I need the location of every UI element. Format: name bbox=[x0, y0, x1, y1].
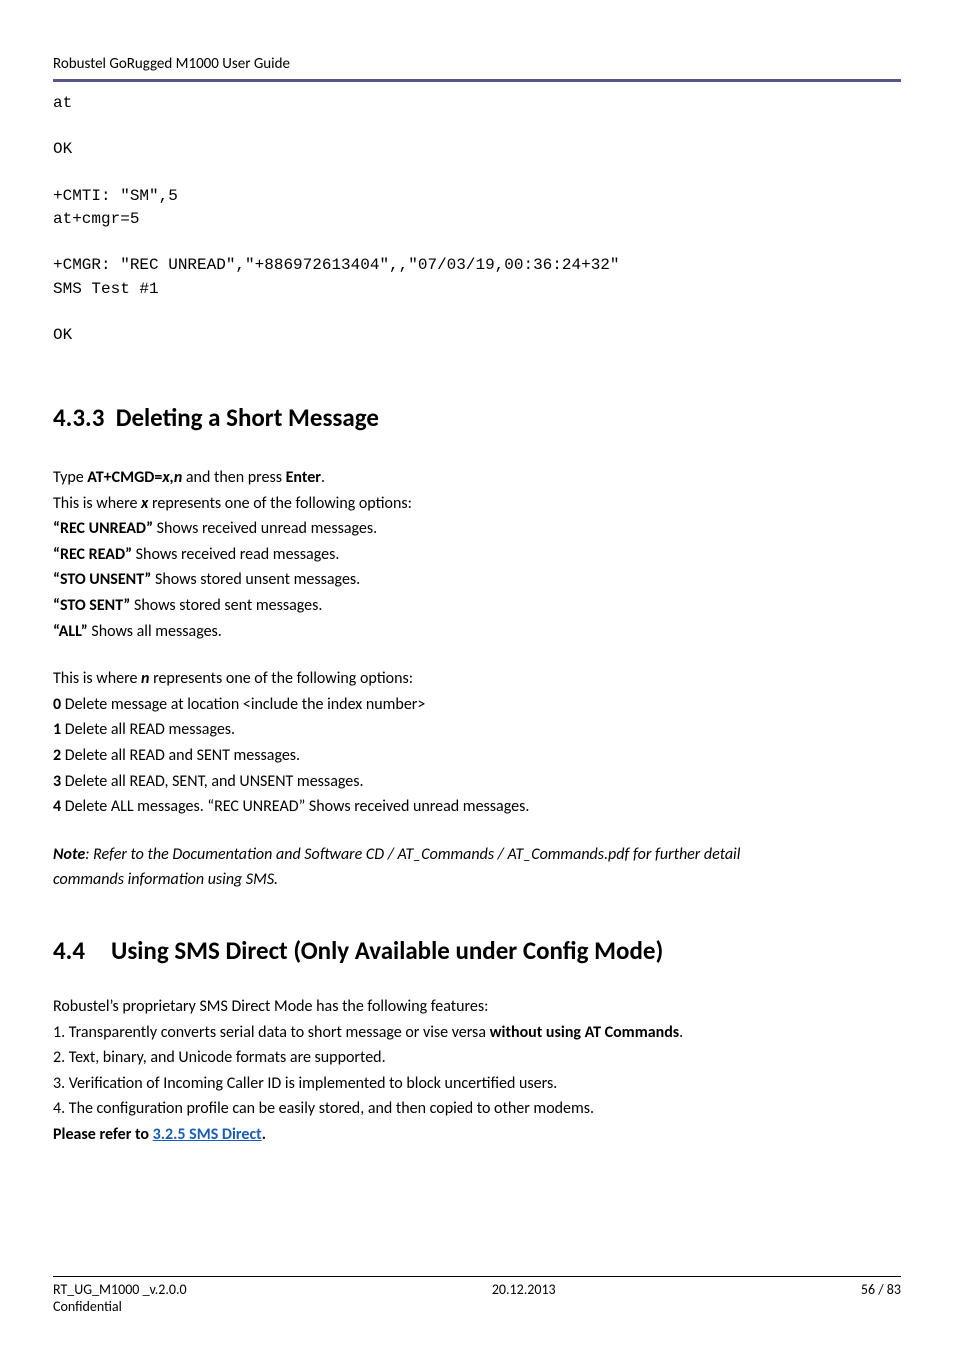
option-line: “REC READ” Shows received read messages. bbox=[53, 542, 901, 568]
option-line: 4 Delete ALL messages. “REC UNREAD” Show… bbox=[53, 794, 901, 820]
refer-line: Please refer to 3.2.5 SMS Direct. bbox=[53, 1122, 901, 1148]
feature-4: 4. The configuration profile can be easi… bbox=[53, 1096, 901, 1122]
body-4-4: Robustel’s proprietary SMS Direct Mode h… bbox=[53, 994, 901, 1148]
page-footer: RT_UG_M1000 _v.2.0.0 20.12.2013 56 / 83 … bbox=[53, 1276, 901, 1315]
option-line: 2 Delete all READ and SENT messages. bbox=[53, 743, 901, 769]
body-4-3-3: Type AT+CMGD=x,n and then press Enter. T… bbox=[53, 465, 901, 893]
option-line: “STO SENT” Shows stored sent messages. bbox=[53, 593, 901, 619]
running-header: Robustel GoRugged M1000 User Guide bbox=[53, 55, 901, 73]
footer-left: RT_UG_M1000 _v.2.0.0 bbox=[53, 1281, 187, 1298]
feature-2: 2. Text, binary, and Unicode formats are… bbox=[53, 1045, 901, 1071]
footer-rule bbox=[53, 1276, 901, 1277]
option-line: “STO UNSENT” Shows stored unsent message… bbox=[53, 567, 901, 593]
option-line: “REC UNREAD” Shows received unread messa… bbox=[53, 516, 901, 542]
footer-center: 20.12.2013 bbox=[492, 1281, 556, 1298]
intro: Robustel’s proprietary SMS Direct Mode h… bbox=[53, 994, 901, 1020]
option-line: 0 Delete message at location <include th… bbox=[53, 692, 901, 718]
note-line-2: commands information using SMS. bbox=[53, 867, 901, 893]
option-line: “ALL” Shows all messages. bbox=[53, 619, 901, 645]
footer-confidential: Confidential bbox=[53, 1298, 901, 1315]
x-options: “REC UNREAD” Shows received unread messa… bbox=[53, 516, 901, 644]
heading-number: 4.4 bbox=[53, 935, 111, 966]
footer-right: 56 / 83 bbox=[861, 1281, 901, 1298]
link-sms-direct[interactable]: 3.2.5 SMS Direct bbox=[153, 1125, 262, 1144]
heading-title: Deleting a Short Message bbox=[116, 402, 379, 433]
n-intro: This is where n represents one of the fo… bbox=[53, 666, 901, 692]
header-rule bbox=[53, 79, 901, 82]
type-line: Type AT+CMGD=x,n and then press Enter. bbox=[53, 465, 901, 491]
page: Robustel GoRugged M1000 User Guide at OK… bbox=[0, 0, 954, 1350]
heading-number: 4.3.3 bbox=[53, 402, 104, 433]
x-intro: This is where x represents one of the fo… bbox=[53, 491, 901, 517]
terminal-output: at OK +CMTI: "SM",5 at+cmgr=5 +CMGR: "RE… bbox=[53, 92, 901, 347]
heading-4-4: 4.4Using SMS Direct (Only Available unde… bbox=[53, 935, 901, 966]
option-line: 1 Delete all READ messages. bbox=[53, 717, 901, 743]
feature-1: 1. Transparently converts serial data to… bbox=[53, 1020, 901, 1046]
n-options: 0 Delete message at location <include th… bbox=[53, 692, 901, 820]
feature-3: 3. Verification of Incoming Caller ID is… bbox=[53, 1071, 901, 1097]
heading-4-3-3: 4.3.3 Deleting a Short Message bbox=[53, 402, 901, 433]
note-line-1: Note: Refer to the Documentation and Sof… bbox=[53, 842, 901, 868]
heading-title: Using SMS Direct (Only Available under C… bbox=[111, 935, 663, 966]
option-line: 3 Delete all READ, SENT, and UNSENT mess… bbox=[53, 769, 901, 795]
